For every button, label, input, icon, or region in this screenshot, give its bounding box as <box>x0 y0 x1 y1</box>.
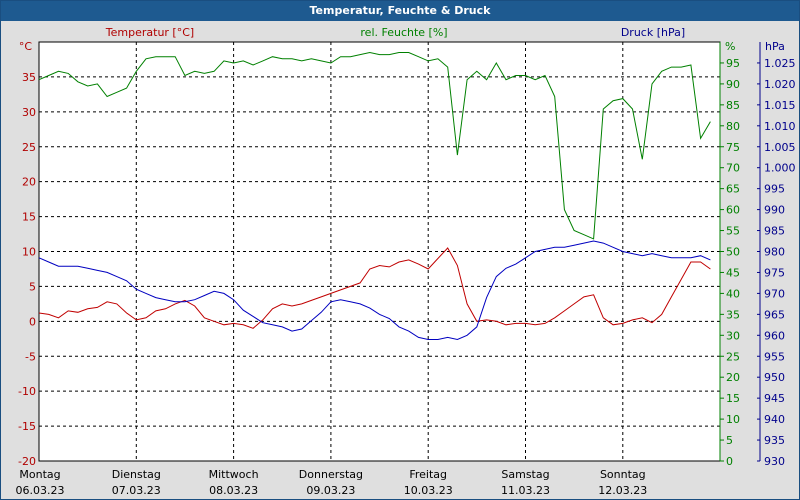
pressure-tick-label: 965 <box>764 308 785 321</box>
temperature-tick-label: 0 <box>29 315 36 328</box>
x-day-label: Sonntag <box>600 468 646 481</box>
pressure-axis: 930 935 940 945 950 955 960 965 970 975 980 985 990 9… <box>757 42 796 468</box>
pressure-tick-label: 985 <box>764 225 785 238</box>
humidity-tick-label: 15 <box>726 392 740 405</box>
x-day-label: Dienstag <box>112 468 161 481</box>
temperature-tick-label: -15 <box>18 420 36 433</box>
temperature-tick-label: 35 <box>22 71 36 84</box>
humidity-tick-label: 45 <box>726 266 740 279</box>
pressure-tick-label: 980 <box>764 246 785 259</box>
humidity-unit: % <box>725 40 735 53</box>
temperature-tick-label: 5 <box>29 280 36 293</box>
temperature-unit: °C <box>19 40 33 53</box>
pressure-tick-label: 1.015 <box>764 99 796 112</box>
pressure-tick-label: 945 <box>764 392 785 405</box>
humidity-tick-label: 95 <box>726 57 740 70</box>
humidity-axis-label: rel. Feuchte [%] <box>360 26 447 39</box>
humidity-tick-label: 90 <box>726 78 740 91</box>
x-date-label: 11.03.23 <box>501 484 550 497</box>
pressure-tick-label: 970 <box>764 287 785 300</box>
x-day-label: Freitag <box>409 468 447 481</box>
humidity-tick-label: 75 <box>726 141 740 154</box>
x-date-label: 09.03.23 <box>306 484 355 497</box>
x-axis: Montag 06.03.23 Dienstag 07.03.23 Mittwoch 08… <box>16 468 648 497</box>
pressure-tick-label: 990 <box>764 204 785 217</box>
temperature-tick-label: -20 <box>18 455 36 468</box>
pressure-tick-label: 1.025 <box>764 57 796 70</box>
humidity-tick-label: 20 <box>726 371 740 384</box>
pressure-tick-label: 960 <box>764 329 785 342</box>
pressure-tick-label: 940 <box>764 413 785 426</box>
pressure-tick-label: 950 <box>764 371 785 384</box>
pressure-tick-label: 975 <box>764 266 785 279</box>
x-date-label: 07.03.23 <box>112 484 161 497</box>
x-day-label: Mittwoch <box>209 468 259 481</box>
humidity-tick-label: 0 <box>726 455 733 468</box>
pressure-unit: hPa <box>765 40 785 53</box>
pressure-tick-label: 1.010 <box>764 120 796 133</box>
pressure-tick-label: 930 <box>764 455 785 468</box>
humidity-tick-label: 50 <box>726 246 740 259</box>
humidity-tick-label: 70 <box>726 162 740 175</box>
humidity-axis: 0 5 10 15 20 25 30 35 40 45 50 55 60 65 70 75 80 85 90 95 <box>719 42 740 468</box>
humidity-tick-label: 65 <box>726 183 740 196</box>
pressure-tick-label: 995 <box>764 183 785 196</box>
humidity-tick-label: 80 <box>726 120 740 133</box>
temperature-tick-label: 10 <box>22 246 36 259</box>
humidity-tick-label: 60 <box>726 204 740 217</box>
pressure-tick-label: 1.000 <box>764 162 796 175</box>
temperature-axis-label: Temperatur [°C] <box>105 26 194 39</box>
pressure-tick-label: 1.020 <box>764 78 796 91</box>
x-date-label: 10.03.23 <box>404 484 453 497</box>
pressure-tick-label: 1.005 <box>764 141 796 154</box>
humidity-tick-label: 25 <box>726 350 740 363</box>
pressure-tick-label: 935 <box>764 434 785 447</box>
temperature-tick-label: 15 <box>22 211 36 224</box>
x-day-label: Samstag <box>501 468 549 481</box>
temperature-tick-label: 20 <box>22 176 36 189</box>
temperature-tick-label: 30 <box>22 106 36 119</box>
humidity-tick-label: 30 <box>726 329 740 342</box>
x-day-label: Montag <box>19 468 60 481</box>
humidity-tick-label: 35 <box>726 308 740 321</box>
pressure-axis-label: Druck [hPa] <box>621 26 685 39</box>
x-day-label: Donnerstag <box>299 468 363 481</box>
chart-svg: -20 -15 -10 -5 0 5 10 15 20 25 30 35 0 5 10 15 20 25 30 35… <box>16 26 796 497</box>
temperature-tick-label: 25 <box>22 141 36 154</box>
temperature-tick-label: -10 <box>18 385 36 398</box>
humidity-tick-label: 85 <box>726 99 740 112</box>
temperature-axis: -20 -15 -10 -5 0 5 10 15 20 25 30 35 <box>18 71 36 468</box>
pressure-tick-label: 955 <box>764 350 785 363</box>
x-date-label: 06.03.23 <box>16 484 65 497</box>
x-date-label: 08.03.23 <box>209 484 258 497</box>
humidity-tick-label: 40 <box>726 287 740 300</box>
humidity-tick-label: 5 <box>726 434 733 447</box>
x-date-label: 12.03.23 <box>598 484 647 497</box>
humidity-tick-label: 55 <box>726 225 740 238</box>
temperature-tick-label: -5 <box>25 350 36 363</box>
humidity-tick-label: 10 <box>726 413 740 426</box>
